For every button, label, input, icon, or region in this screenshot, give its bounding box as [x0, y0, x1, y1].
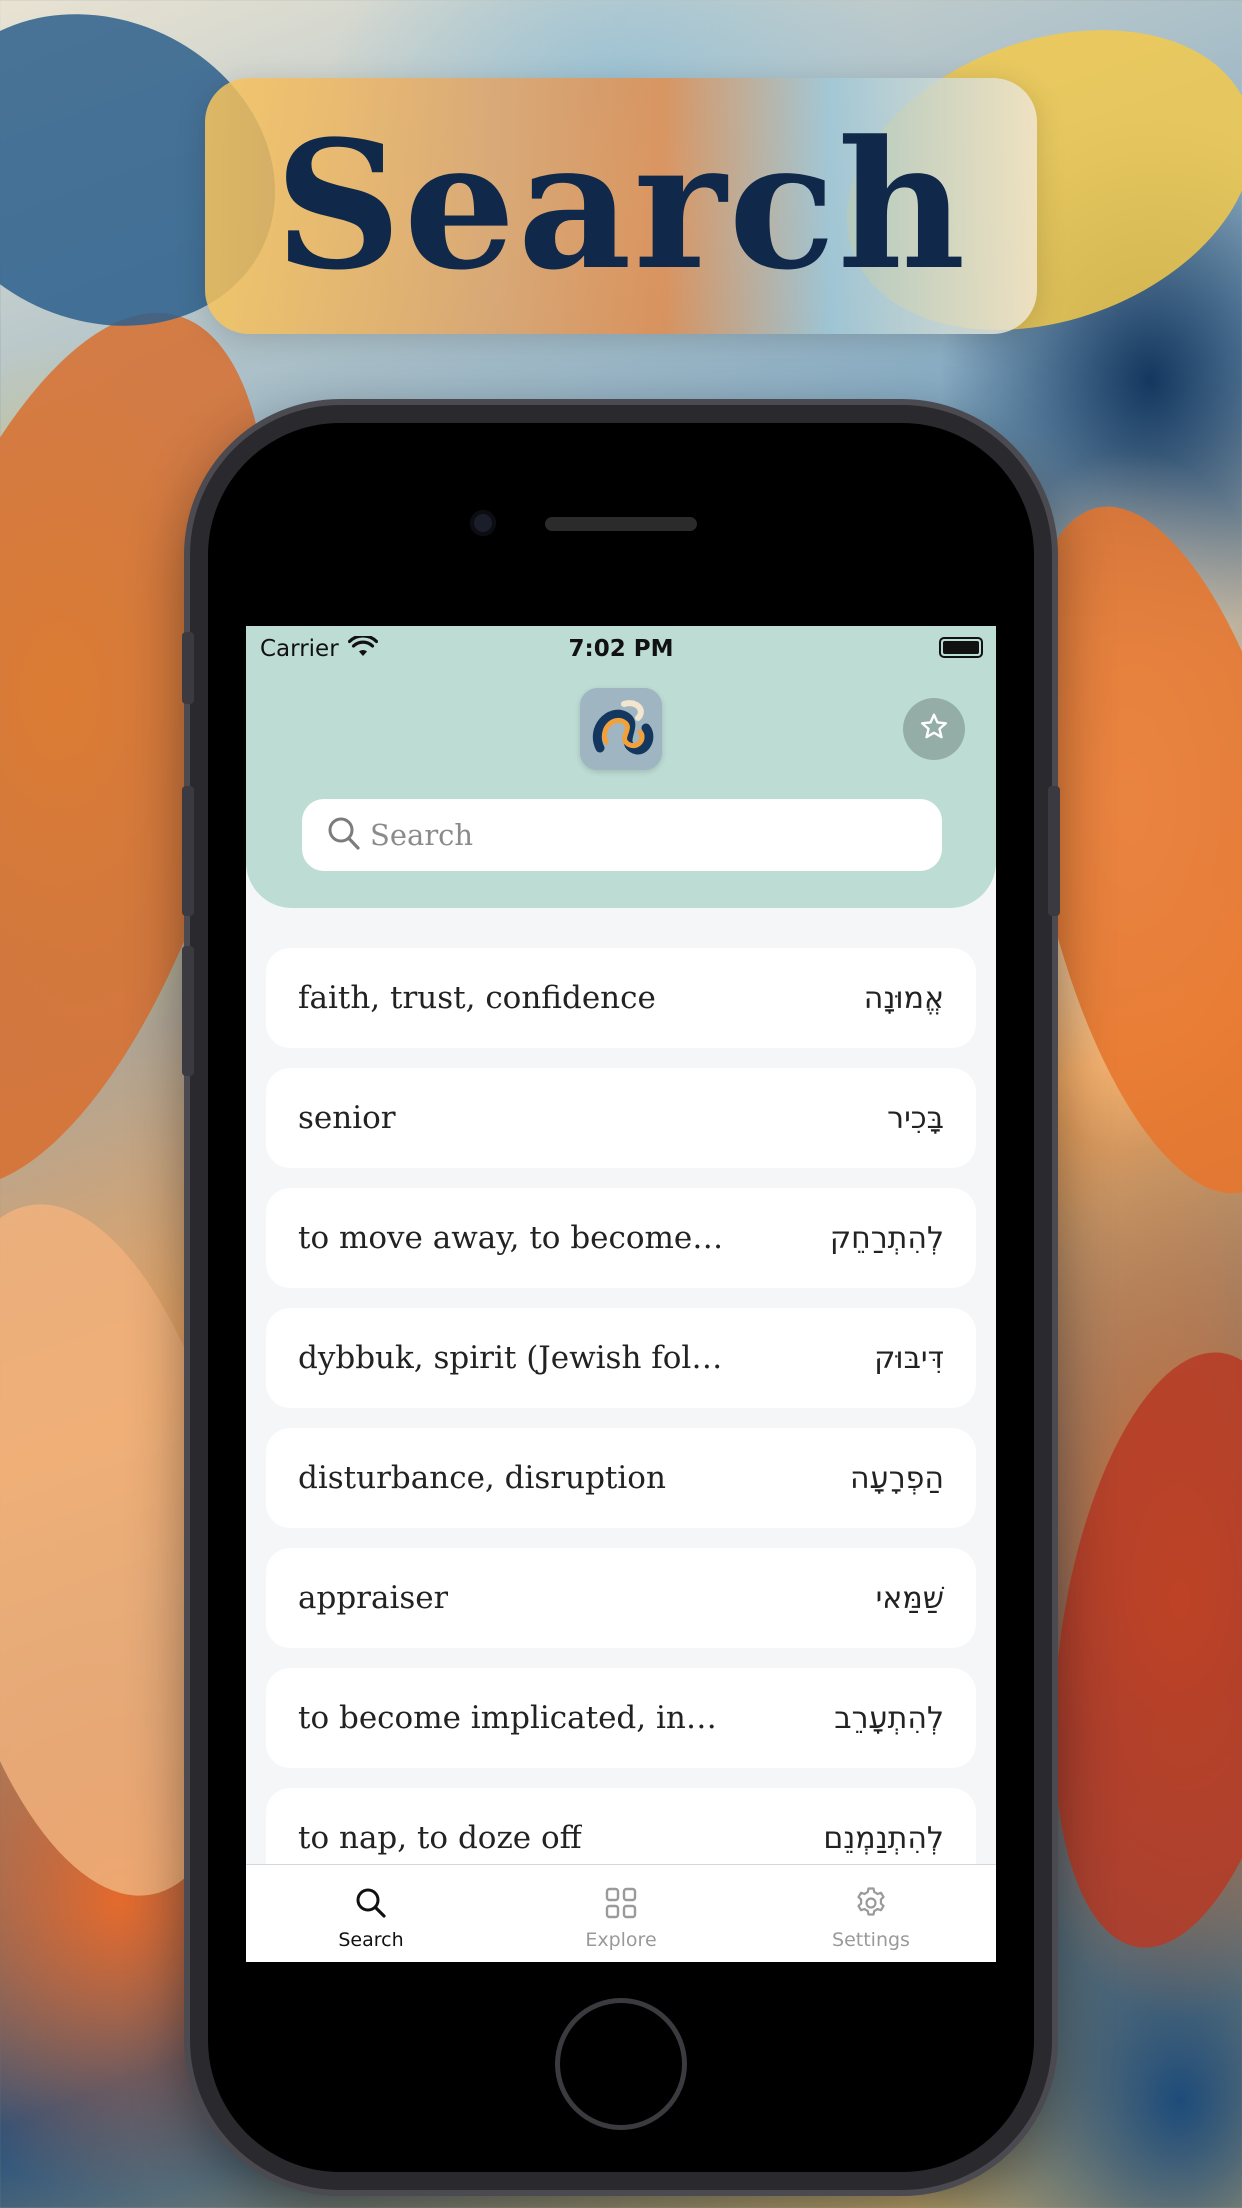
volume-down-button — [182, 946, 194, 1076]
word-row[interactable]: to become implicated, invo... לְהִתְעָרֵ… — [266, 1668, 976, 1768]
word-english: appraiser — [298, 1580, 449, 1616]
app-logo-icon — [580, 688, 662, 770]
favorites-button[interactable] — [903, 698, 965, 760]
tab-label: Search — [338, 1929, 404, 1951]
tab-settings[interactable]: Settings — [746, 1865, 996, 1962]
word-hebrew: לְהִתְנַמְנֵם — [823, 1820, 944, 1856]
background-shape — [1019, 1336, 1242, 1964]
tab-bar: Search Explore Settings — [246, 1864, 996, 1962]
search-icon — [326, 815, 362, 857]
gear-icon — [853, 1885, 889, 1921]
word-row[interactable]: appraiser שַׁמַּאי — [266, 1548, 976, 1648]
word-english: dybbuk, spirit (Jewish folk... — [298, 1340, 728, 1376]
app-screen: Carrier 7:02 PM Search faith, trust, con… — [246, 626, 996, 1962]
app-header: Carrier 7:02 PM — [246, 626, 996, 908]
volume-up-button — [182, 786, 194, 916]
word-row[interactable]: senior בָּכִיר — [266, 1068, 976, 1168]
word-english: to nap, to doze off — [298, 1820, 582, 1856]
banner-title: Search — [274, 102, 968, 309]
word-row[interactable]: faith, trust, confidence אֱמוּנָה — [266, 948, 976, 1048]
grid-icon — [603, 1885, 639, 1921]
earpiece-speaker — [545, 517, 697, 531]
front-camera — [470, 510, 496, 536]
search-bar[interactable] — [302, 799, 942, 871]
word-hebrew: דִּיבּוּק — [874, 1340, 944, 1376]
word-hebrew: לְהִתְרַחֵק — [829, 1220, 944, 1256]
word-row[interactable]: disturbance, disruption הַפְרָעָה — [266, 1428, 976, 1528]
status-bar: Carrier 7:02 PM — [246, 626, 996, 670]
battery-icon — [939, 637, 983, 658]
mute-switch — [182, 632, 194, 704]
word-english: disturbance, disruption — [298, 1460, 666, 1496]
home-button[interactable] — [555, 1998, 687, 2130]
word-english: to become implicated, invo... — [298, 1700, 728, 1736]
word-hebrew: הַפְרָעָה — [850, 1460, 944, 1496]
word-hebrew: אֱמוּנָה — [863, 980, 944, 1016]
word-hebrew: שַׁמַּאי — [875, 1580, 944, 1616]
word-english: to move away, to become f... — [298, 1220, 728, 1256]
word-english: faith, trust, confidence — [298, 980, 656, 1016]
star-icon — [918, 711, 950, 747]
search-icon — [353, 1885, 389, 1921]
title-banner: Search — [205, 78, 1037, 334]
clock: 7:02 PM — [568, 636, 674, 662]
tab-search[interactable]: Search — [246, 1865, 496, 1962]
word-list: faith, trust, confidence אֱמוּנָה senior… — [266, 948, 976, 1908]
tab-label: Settings — [832, 1929, 910, 1951]
tab-explore[interactable]: Explore — [496, 1865, 746, 1962]
word-english: senior — [298, 1100, 396, 1136]
word-hebrew: בָּכִיר — [887, 1100, 944, 1136]
power-button — [1048, 786, 1060, 916]
word-row[interactable]: to move away, to become f... לְהִתְרַחֵק — [266, 1188, 976, 1288]
tab-label: Explore — [585, 1929, 657, 1951]
word-hebrew: לְהִתְעָרֵב — [834, 1700, 944, 1736]
search-input[interactable] — [370, 799, 930, 871]
word-row[interactable]: dybbuk, spirit (Jewish folk... דִּיבּוּק — [266, 1308, 976, 1408]
